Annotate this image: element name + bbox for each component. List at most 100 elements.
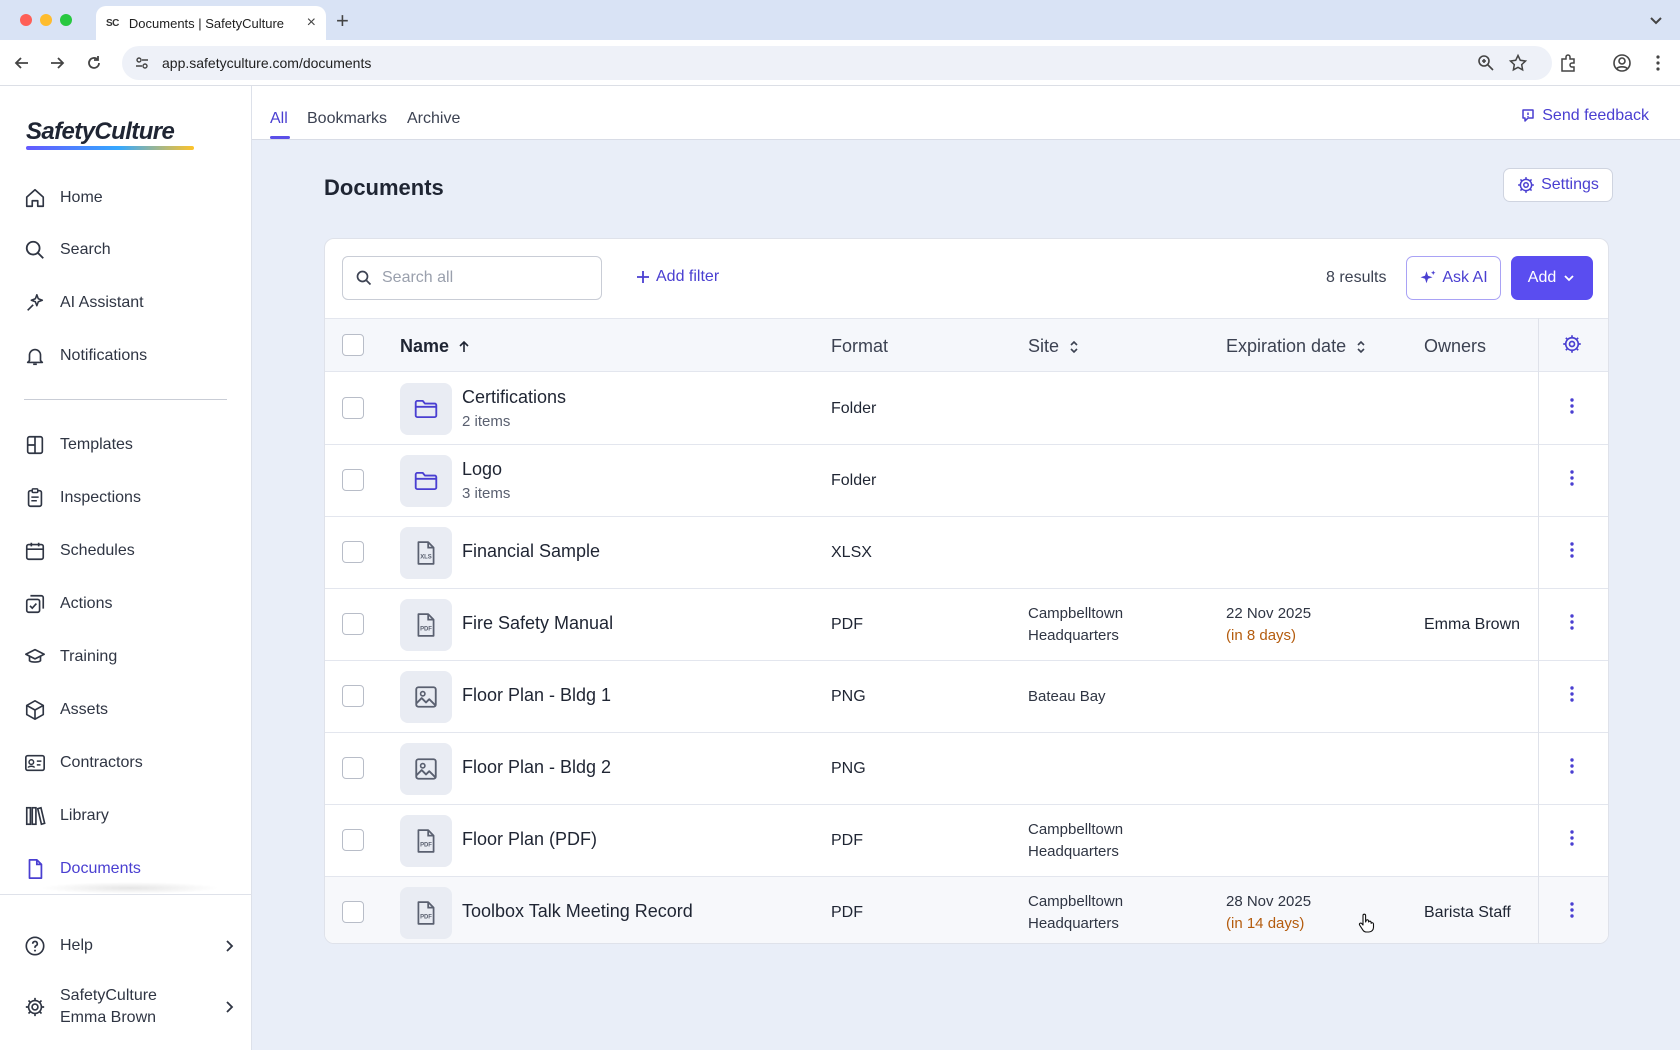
window-close-button[interactable] bbox=[20, 14, 32, 26]
window-minimize-button[interactable] bbox=[40, 14, 52, 26]
back-arrow-icon[interactable] bbox=[12, 53, 32, 73]
sidebar-item-assets[interactable]: Assets bbox=[22, 690, 232, 730]
table-row[interactable]: PDF Floor Plan (PDF) PDF Campbelltown He… bbox=[325, 805, 1608, 877]
expiration-date: 22 Nov 2025 bbox=[1226, 605, 1312, 622]
row-checkbox[interactable] bbox=[342, 829, 364, 851]
table-row[interactable]: Floor Plan - Bldg 1 PNG Bateau Bay bbox=[325, 661, 1608, 733]
column-header-name[interactable]: Name bbox=[400, 336, 471, 357]
more-options-icon[interactable] bbox=[1562, 756, 1582, 776]
table-row[interactable]: Floor Plan - Bldg 2 PNG bbox=[325, 733, 1608, 805]
document-name[interactable]: Fire Safety Manual bbox=[462, 613, 613, 634]
more-options-icon[interactable] bbox=[1562, 396, 1582, 416]
select-all-checkbox[interactable] bbox=[342, 334, 364, 356]
document-name[interactable]: Financial Sample bbox=[462, 541, 600, 562]
add-button[interactable]: Add bbox=[1511, 256, 1593, 300]
more-options-icon[interactable] bbox=[1562, 540, 1582, 560]
home-icon bbox=[22, 185, 48, 211]
site-cell: Campbelltown Headquarters bbox=[1028, 603, 1123, 647]
sidebar-item-notifications[interactable]: Notifications bbox=[22, 336, 232, 376]
row-checkbox[interactable] bbox=[342, 541, 364, 563]
site-name-line: Headquarters bbox=[1028, 915, 1119, 932]
new-tab-icon[interactable]: + bbox=[336, 8, 349, 34]
sidebar-item-contractors[interactable]: Contractors bbox=[22, 743, 232, 783]
user-name: Emma Brown bbox=[60, 1009, 157, 1026]
column-header-site[interactable]: Site bbox=[1028, 336, 1081, 357]
tab-archive[interactable]: Archive bbox=[407, 110, 460, 128]
svg-text:PDF: PDF bbox=[420, 842, 432, 848]
expiration-countdown: (in 14 days) bbox=[1226, 915, 1305, 932]
document-name[interactable]: Certifications bbox=[462, 387, 566, 408]
browser-tab[interactable]: SC Documents | SafetyCulture × bbox=[96, 6, 326, 40]
tab-bookmarks[interactable]: Bookmarks bbox=[307, 110, 387, 128]
row-checkbox[interactable] bbox=[342, 613, 364, 635]
site-info-icon[interactable] bbox=[134, 55, 150, 71]
chevron-down-icon bbox=[1562, 271, 1576, 285]
extensions-icon[interactable] bbox=[1558, 53, 1578, 73]
sidebar-item-library[interactable]: Library bbox=[22, 796, 232, 836]
table-row[interactable]: Logo 3 items Folder bbox=[325, 445, 1608, 517]
add-filter-label: Add filter bbox=[656, 268, 720, 285]
document-name[interactable]: Floor Plan (PDF) bbox=[462, 829, 597, 850]
document-name[interactable]: Logo bbox=[462, 459, 502, 480]
sidebar-item-inspections[interactable]: Inspections bbox=[22, 478, 232, 518]
tab-search-chevron-icon[interactable] bbox=[1646, 10, 1666, 30]
site-name-line: Campbelltown bbox=[1028, 605, 1124, 622]
document-name[interactable]: Toolbox Talk Meeting Record bbox=[462, 901, 693, 922]
sidebar-item-search[interactable]: Search bbox=[22, 230, 232, 270]
safetyculture-logo[interactable]: SafetyCulture bbox=[26, 118, 175, 146]
address-bar[interactable]: app.safetyculture.com/documents bbox=[122, 46, 1552, 80]
search-input[interactable] bbox=[382, 269, 582, 287]
more-options-icon[interactable] bbox=[1562, 612, 1582, 632]
more-options-icon[interactable] bbox=[1562, 684, 1582, 704]
row-checkbox[interactable] bbox=[342, 469, 364, 491]
table-row[interactable]: PDF Toolbox Talk Meeting Record PDF Camp… bbox=[325, 877, 1608, 943]
organization-menu[interactable]: SafetyCulture Emma Brown bbox=[22, 979, 237, 1035]
row-checkbox[interactable] bbox=[342, 397, 364, 419]
more-options-icon[interactable] bbox=[1562, 468, 1582, 488]
settings-button[interactable]: Settings bbox=[1503, 168, 1613, 202]
more-options-icon[interactable] bbox=[1562, 828, 1582, 848]
hand-cursor-icon bbox=[1357, 913, 1375, 933]
search-field[interactable] bbox=[342, 256, 602, 300]
zoom-icon[interactable] bbox=[1476, 53, 1496, 73]
search-icon bbox=[356, 270, 372, 286]
svg-text:XLS: XLS bbox=[420, 554, 432, 560]
chevron-right-icon bbox=[221, 938, 237, 954]
column-header-expiration-date[interactable]: Expiration date bbox=[1226, 336, 1368, 357]
sidebar-item-schedules[interactable]: Schedules bbox=[22, 531, 232, 571]
more-options-icon[interactable] bbox=[1562, 900, 1582, 920]
send-feedback-link[interactable]: Send feedback bbox=[1520, 107, 1649, 125]
sidebar-item-templates[interactable]: Templates bbox=[22, 425, 232, 465]
table-row[interactable]: Certifications 2 items Folder bbox=[325, 373, 1608, 445]
sidebar-item-ai-assistant[interactable]: AI Assistant bbox=[22, 283, 232, 323]
format-cell: XLSX bbox=[831, 544, 872, 561]
format-cell: PDF bbox=[831, 616, 863, 633]
sidebar-item-training[interactable]: Training bbox=[22, 637, 232, 677]
sidebar-item-home[interactable]: Home bbox=[22, 178, 232, 218]
tab-all[interactable]: All bbox=[270, 110, 288, 128]
profile-icon[interactable] bbox=[1612, 53, 1632, 73]
row-checkbox[interactable] bbox=[342, 757, 364, 779]
reload-icon[interactable] bbox=[84, 53, 104, 73]
browser-menu-icon[interactable] bbox=[1648, 53, 1668, 73]
help-menu[interactable]: Help bbox=[22, 926, 237, 966]
pdf-file-icon: PDF bbox=[400, 815, 452, 867]
bookmark-star-icon[interactable] bbox=[1508, 53, 1528, 73]
column-header-label: Site bbox=[1028, 336, 1060, 356]
table-row[interactable]: XLS Financial Sample XLSX bbox=[325, 517, 1608, 589]
table-row[interactable]: PDF Fire Safety Manual PDF Campbelltown … bbox=[325, 589, 1608, 661]
row-checkbox[interactable] bbox=[342, 901, 364, 923]
document-icon bbox=[22, 856, 48, 882]
image-icon bbox=[400, 671, 452, 723]
row-checkbox[interactable] bbox=[342, 685, 364, 707]
document-name[interactable]: Floor Plan - Bldg 2 bbox=[462, 757, 611, 778]
forward-arrow-icon[interactable] bbox=[47, 53, 67, 73]
add-filter-button[interactable]: Add filter bbox=[636, 268, 719, 286]
ask-ai-button[interactable]: Ask AI bbox=[1406, 256, 1501, 300]
document-name[interactable]: Floor Plan - Bldg 1 bbox=[462, 685, 611, 706]
window-maximize-button[interactable] bbox=[60, 14, 72, 26]
column-settings-gear-icon[interactable] bbox=[1562, 334, 1582, 354]
sidebar-item-actions[interactable]: Actions bbox=[22, 584, 232, 624]
close-tab-icon[interactable]: × bbox=[307, 14, 316, 32]
clipboard-icon bbox=[22, 485, 48, 511]
